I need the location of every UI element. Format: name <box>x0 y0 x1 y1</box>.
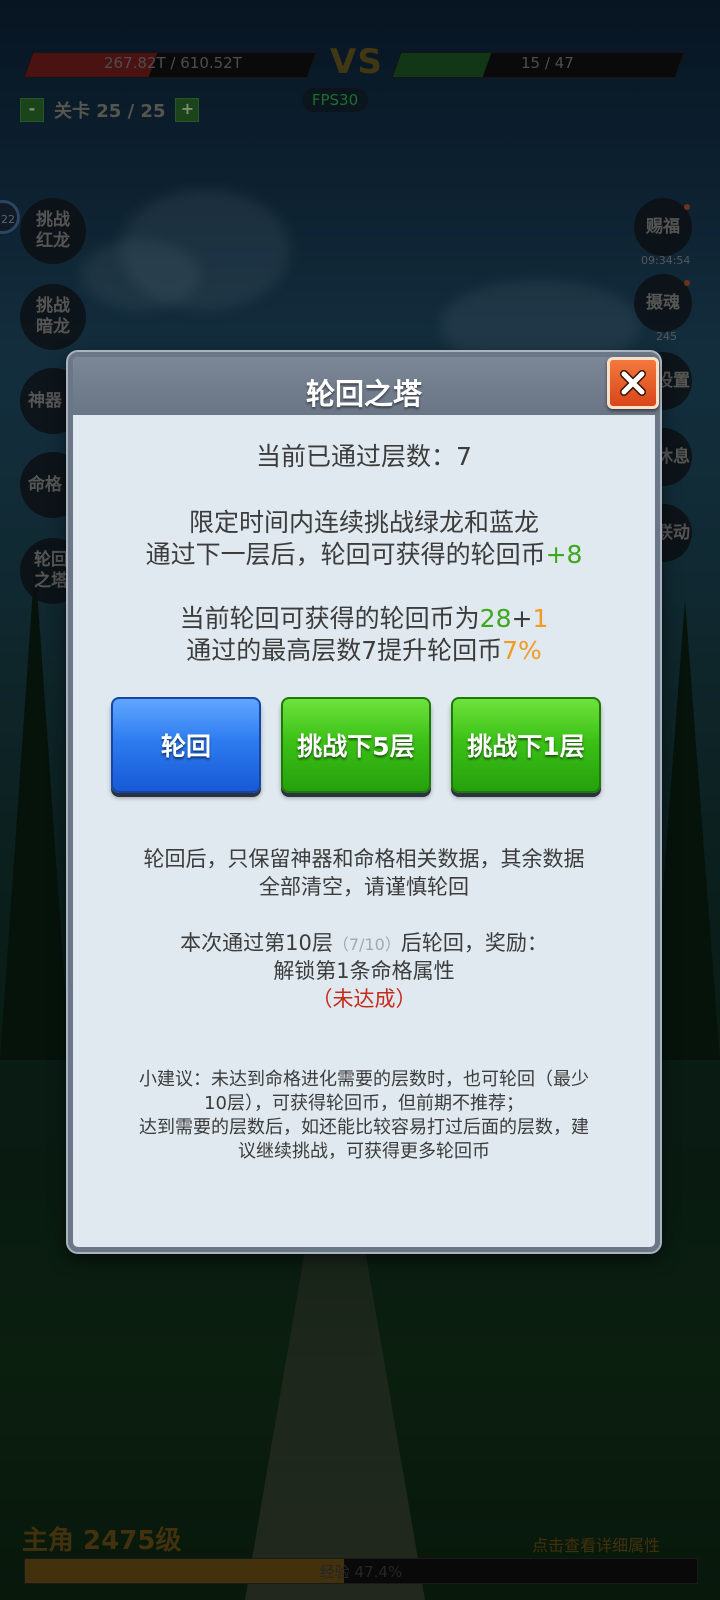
reward-item: 解锁第1条命格属性 <box>273 959 455 983</box>
warning-line-2: 全部清空，请谨慎轮回 <box>259 875 469 899</box>
challenge-next-5-button[interactable]: 挑战下5层 <box>281 697 431 793</box>
current-floor-text: 当前已通过层数：7 <box>256 442 472 471</box>
dialog-title: 轮回之塔 <box>305 377 422 411</box>
reward-progress: （7/10） <box>332 935 401 954</box>
next-floor-reward-value: +8 <box>545 540 583 569</box>
reincarnate-label: 轮回 <box>160 732 211 761</box>
tip-line-4: 议继续挑战，可获得更多轮回币 <box>238 1141 490 1162</box>
challenge-next-1-button[interactable]: 挑战下1层 <box>451 697 601 793</box>
reward-condition-prefix: 本次通过第10层 <box>180 931 333 955</box>
tip-line-1: 小建议：未达到命格进化需要的层数时，也可轮回（最少 <box>139 1069 589 1090</box>
next-floor-reward-label: 通过下一层后，轮回可获得的轮回币 <box>145 540 546 569</box>
reward-condition-suffix: 后轮回，奖励： <box>400 931 548 955</box>
reincarnation-tower-dialog: 轮回之塔 当前已通过层数：7 限定时间内连续挑战绿龙和蓝龙 通过下一层后，轮回可… <box>68 352 660 1252</box>
current-coins-extra: 1 <box>532 604 549 633</box>
dialog-header: 轮回之塔 <box>73 357 659 415</box>
current-coins-base: 28 <box>479 604 512 633</box>
tip-line-2: 10层），可获得轮回币，但前期不推荐； <box>204 1093 524 1114</box>
reward-condition-line: 本次通过第10层（7/10）后轮回，奖励： <box>73 927 655 957</box>
close-button[interactable] <box>607 357 659 409</box>
tip-line-3: 达到需要的层数后，如还能比较容易打过后面的层数，建 <box>139 1117 589 1138</box>
current-coins-plus: + <box>511 604 533 633</box>
max-floor-percent: 7% <box>502 636 542 665</box>
close-icon <box>620 370 646 396</box>
max-floor-line: 通过的最高层数7提升轮回币7% <box>73 631 655 667</box>
challenge-next-5-label: 挑战下5层 <box>297 732 415 761</box>
description-line-2: 通过下一层后，轮回可获得的轮回币+8 <box>73 535 655 571</box>
warning-line-1: 轮回后，只保留神器和命格相关数据，其余数据 <box>143 847 585 871</box>
max-floor-label: 通过的最高层数7提升轮回币 <box>186 636 503 665</box>
challenge-next-1-label: 挑战下1层 <box>467 732 585 761</box>
description-line-1: 限定时间内连续挑战绿龙和蓝龙 <box>188 508 539 537</box>
current-coins-line: 当前轮回可获得的轮回币为28+1 <box>73 599 655 635</box>
current-coins-label: 当前轮回可获得的轮回币为 <box>179 604 480 633</box>
reward-status: （未达成） <box>311 987 417 1011</box>
reincarnate-button[interactable]: 轮回 <box>111 697 261 793</box>
